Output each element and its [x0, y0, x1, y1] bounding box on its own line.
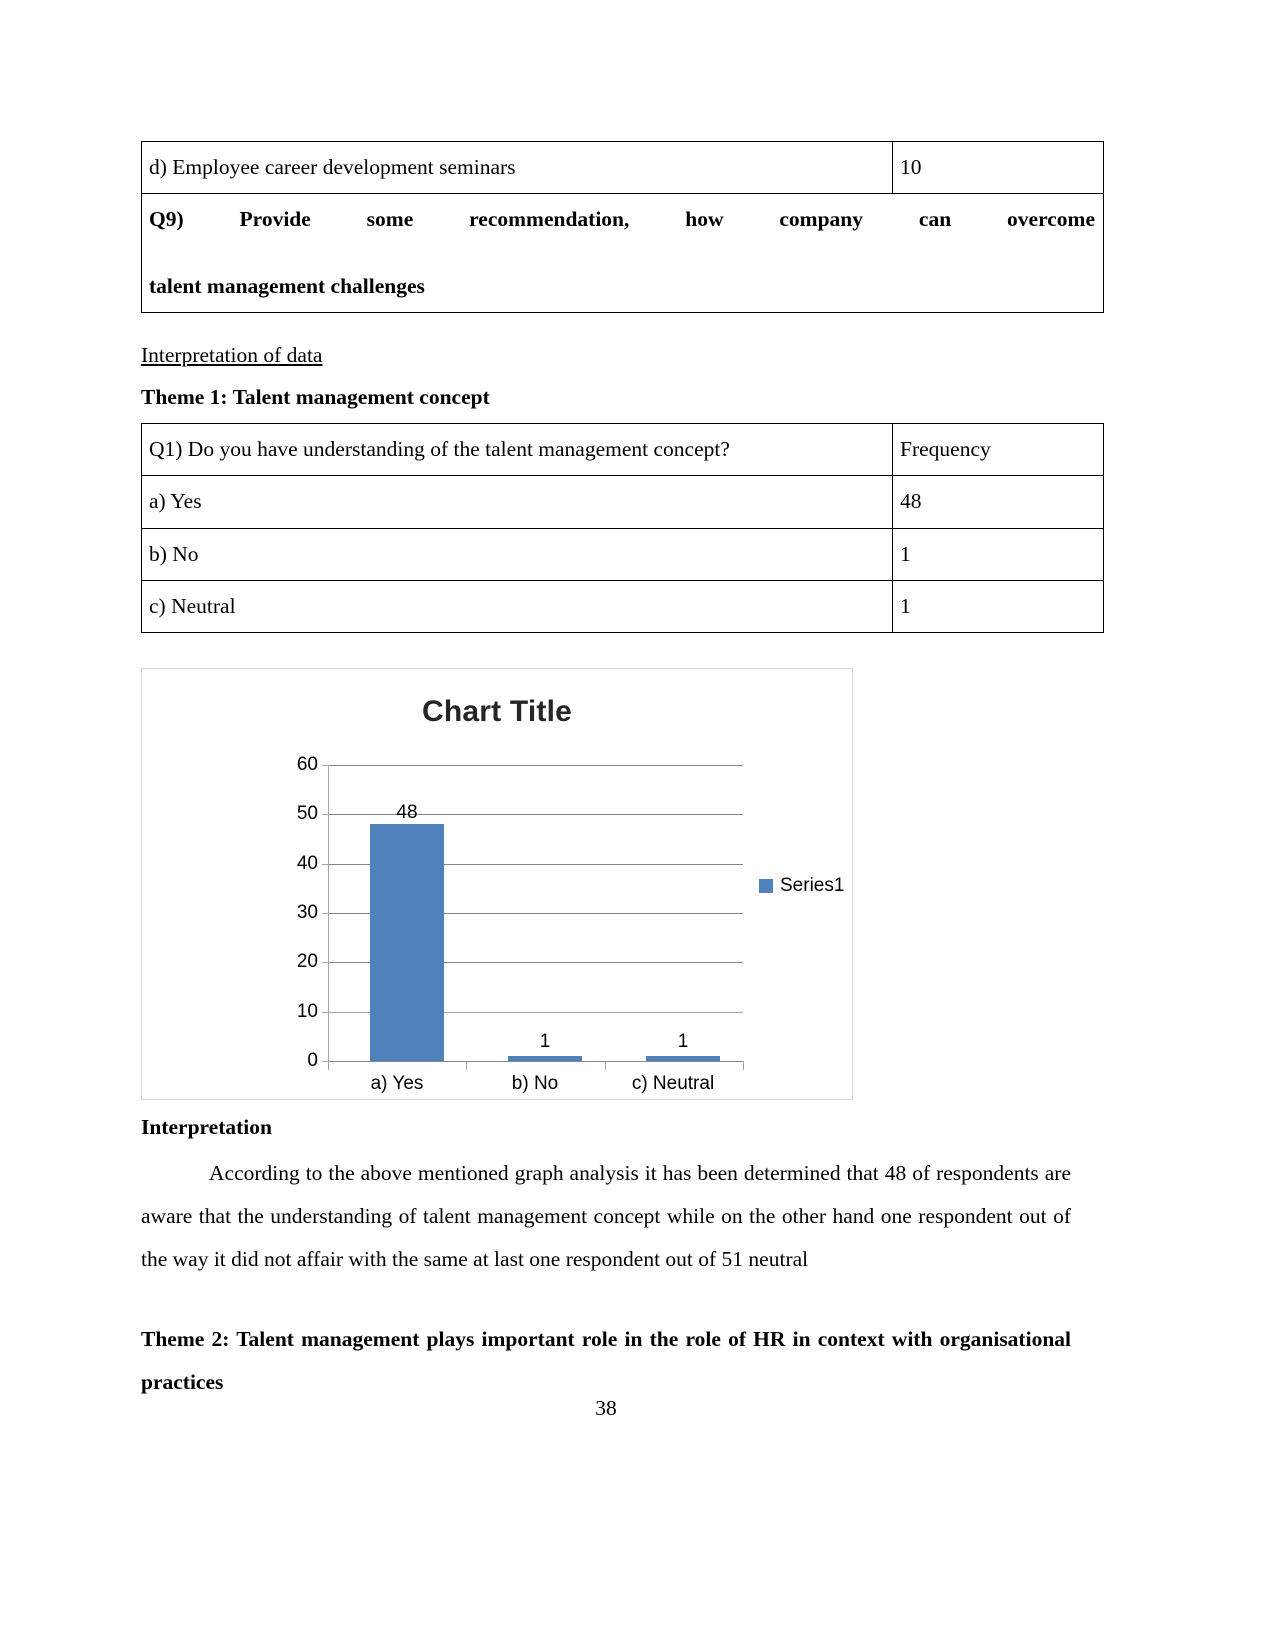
- q9-line-2: talent management challenges: [149, 273, 425, 298]
- data-label-c-neutral: 1: [677, 1031, 689, 1052]
- ytick-label-40: 40: [296, 852, 318, 874]
- frequency-column-header: Frequency: [892, 422, 1104, 477]
- interpretation-body-text: According to the above mentioned graph a…: [141, 1161, 1071, 1271]
- xtick-3: [743, 1061, 744, 1070]
- theme2-heading: Theme 2: Talent management plays importa…: [141, 1327, 1071, 1394]
- bar-chart: Chart Title 60 50 40 30 20 10 0 48 1 1 a…: [141, 668, 853, 1100]
- table-row: a) Yes 48: [141, 475, 1104, 529]
- xlabel-c-neutral: c) Neutral: [631, 1073, 715, 1094]
- chart-title: Chart Title: [421, 695, 572, 728]
- bar-series-group: [328, 765, 743, 1061]
- table-header-row: Q1) Do you have understanding of the tal…: [141, 422, 1104, 477]
- option-c-value: 1: [892, 579, 1104, 634]
- x-axis-line: [328, 1061, 743, 1062]
- bar-c-neutral[interactable]: [646, 1056, 720, 1061]
- ytick-label-10: 10: [296, 1000, 318, 1022]
- ytick-label-20: 20: [296, 951, 318, 973]
- q9-line-1: Q9) Provide some recommendation, how com…: [149, 207, 1095, 232]
- xlabel-a-yes: a) Yes: [370, 1073, 424, 1094]
- document-page: d) Employee career development seminars …: [0, 0, 1275, 1650]
- ytick-label-30: 30: [296, 902, 318, 923]
- xtick-2: [604, 1061, 606, 1070]
- xlabel-b-no: b) No: [511, 1073, 559, 1094]
- xtick-0: [328, 1061, 329, 1070]
- table-row: c) Neutral 1: [141, 579, 1104, 634]
- interpretation-heading: Interpretation: [141, 1115, 272, 1139]
- option-b-label: b) No: [141, 527, 893, 581]
- q1-frequency-table: Q1) Do you have understanding of the tal…: [141, 422, 1104, 634]
- data-label-a-yes: 48: [396, 802, 418, 823]
- ytick-label-0: 0: [307, 1050, 318, 1071]
- option-c-label: c) Neutral: [141, 579, 893, 634]
- legend-swatch-icon: [759, 879, 773, 893]
- table-row: b) No 1: [141, 527, 1104, 581]
- option-b-value: 1: [892, 527, 1104, 581]
- table-row: Q9) Provide some recommendation, how com…: [141, 193, 1104, 314]
- table-row: d) Employee career development seminars …: [141, 140, 1104, 195]
- option-a-value: 48: [892, 475, 1104, 529]
- theme1-heading: Theme 1: Talent management concept: [141, 385, 490, 409]
- seminars-value: 10: [892, 140, 1104, 195]
- interpretation-paragraph: According to the above mentioned graph a…: [141, 1152, 1071, 1281]
- ytick-label-50: 50: [296, 803, 318, 825]
- bar-a-yes[interactable]: [370, 824, 444, 1061]
- y-axis-labels: 60 50 40 30 20 10 0: [274, 754, 318, 1071]
- ytick-label-60: 60: [296, 754, 318, 775]
- q9-table: d) Employee career development seminars …: [141, 140, 1104, 314]
- chart-legend[interactable]: Series1: [759, 875, 844, 897]
- bar-b-no[interactable]: [508, 1056, 582, 1061]
- option-a-label: a) Yes: [141, 475, 893, 529]
- xtick-1: [466, 1061, 468, 1070]
- page-number: 38: [595, 1396, 617, 1420]
- seminars-label: d) Employee career development seminars: [141, 140, 893, 195]
- data-label-b-no: 1: [539, 1031, 551, 1052]
- interpretation-of-data-heading: Interpretation of data: [141, 343, 323, 367]
- q9-question-cell: Q9) Provide some recommendation, how com…: [141, 193, 1104, 314]
- legend-label-series1: Series1: [780, 875, 845, 896]
- q1-question: Q1) Do you have understanding of the tal…: [141, 422, 893, 477]
